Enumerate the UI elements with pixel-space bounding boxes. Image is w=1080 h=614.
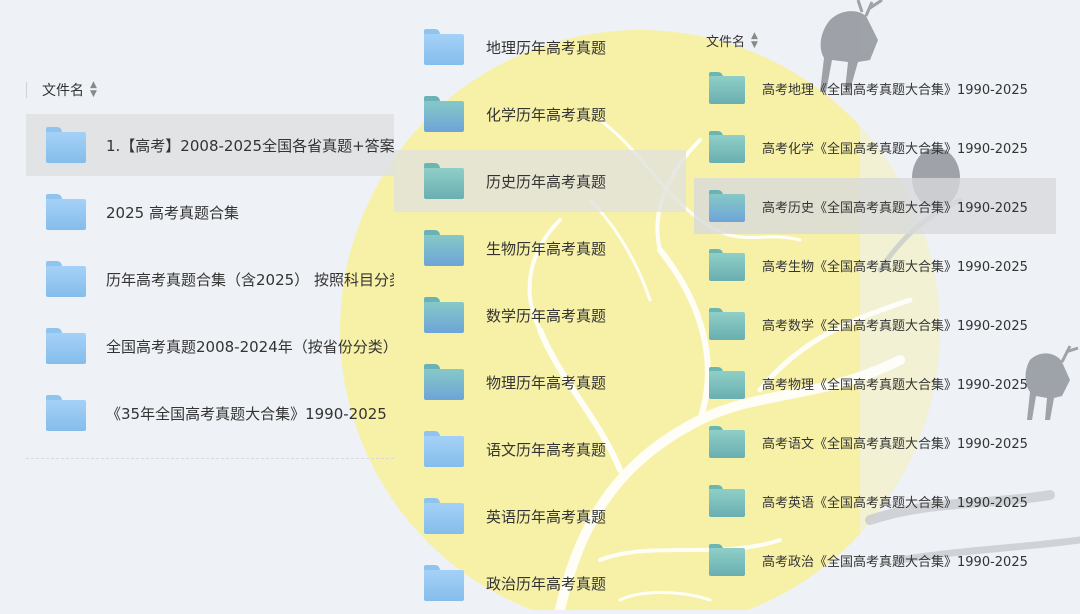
folder-name: 高考生物《全国高考真题大合集》1990-2025 (762, 259, 1028, 275)
folder-name: 政治历年高考真题 (486, 574, 607, 593)
left-file-list: 文件名 ▲ ▼ 1.【高考】2008-2025全国各省真题+答案 2025 高考真题… (26, 70, 394, 460)
folder-row[interactable]: 高考政治《全国高考真题大合集》1990-2025 (694, 532, 1056, 588)
column-resize-handle[interactable] (26, 82, 27, 98)
folder-icon (46, 194, 86, 230)
folder-icon (46, 328, 86, 364)
folder-row[interactable]: 高考数学《全国高考真题大合集》1990-2025 (694, 296, 1056, 352)
folder-icon (424, 431, 464, 467)
folder-icon (424, 29, 464, 65)
folder-icon (424, 163, 464, 199)
folder-icon (424, 565, 464, 601)
folder-name: 化学历年高考真题 (486, 105, 607, 124)
folder-icon (709, 249, 745, 281)
folder-row[interactable]: 高考语文《全国高考真题大合集》1990-2025 (694, 414, 1056, 470)
folder-icon (709, 367, 745, 399)
folder-row[interactable]: 全国高考真题2008-2024年（按省份分类） (26, 315, 394, 377)
folder-name: 英语历年高考真题 (486, 507, 607, 526)
sort-icon[interactable]: ▲ ▼ (751, 31, 758, 50)
folder-name: 生物历年高考真题 (486, 239, 607, 258)
folder-icon (709, 131, 745, 163)
folder-name: 高考政治《全国高考真题大合集》1990-2025 (762, 554, 1028, 570)
folder-name: 全国高考真题2008-2024年（按省份分类） (106, 337, 394, 356)
folder-row[interactable]: 高考英语《全国高考真题大合集》1990-2025 (694, 473, 1056, 529)
folder-icon (46, 261, 86, 297)
folder-icon (709, 426, 745, 458)
middle-file-list: 地理历年高考真题 化学历年高考真题 历史历年高考真题 生物历年高考真题 数学历年高考真题… (394, 10, 686, 610)
folder-name: 《35年全国高考真题大合集》1990-2025 (106, 404, 387, 423)
folder-row[interactable]: 历史历年高考真题 (394, 150, 686, 212)
folder-row[interactable]: 地理历年高考真题 (394, 16, 686, 78)
folder-name: 高考物理《全国高考真题大合集》1990-2025 (762, 377, 1028, 393)
folder-name: 数学历年高考真题 (486, 306, 607, 325)
folder-row[interactable]: 化学历年高考真题 (394, 83, 686, 145)
folder-name: 高考语文《全国高考真题大合集》1990-2025 (762, 436, 1028, 452)
folder-name: 高考历史《全国高考真题大合集》1990-2025 (762, 200, 1028, 216)
right-file-list: 文件名 ▲ ▼ 高考地理《全国高考真题大合集》1990-2025 高考化学《全国高考… (694, 25, 1056, 600)
folder-name: 语文历年高考真题 (486, 440, 607, 459)
folder-icon (424, 96, 464, 132)
folder-name: 高考英语《全国高考真题大合集》1990-2025 (762, 495, 1028, 511)
folder-name: 2025 高考真题合集 (106, 203, 239, 222)
folder-icon (424, 364, 464, 400)
folder-row[interactable]: 历年高考真题合集（含2025） 按照科目分类 (26, 248, 394, 310)
folder-name: 高考化学《全国高考真题大合集》1990-2025 (762, 141, 1028, 157)
folder-icon (709, 72, 745, 104)
folder-row[interactable]: 英语历年高考真题 (394, 485, 686, 547)
folder-icon (424, 230, 464, 266)
folder-name: 地理历年高考真题 (486, 38, 607, 57)
list-divider (26, 458, 394, 459)
folder-row[interactable]: 1.【高考】2008-2025全国各省真题+答案 (26, 114, 394, 176)
folder-row[interactable]: 高考化学《全国高考真题大合集》1990-2025 (694, 119, 1056, 175)
folder-row[interactable]: 高考历史《全国高考真题大合集》1990-2025 (694, 178, 1056, 234)
folder-row[interactable]: 高考物理《全国高考真题大合集》1990-2025 (694, 355, 1056, 411)
folder-name: 历史历年高考真题 (486, 172, 607, 191)
folder-icon (709, 544, 745, 576)
folder-icon (709, 190, 745, 222)
folder-name: 高考地理《全国高考真题大合集》1990-2025 (762, 82, 1028, 98)
sort-icon[interactable]: ▲ ▼ (90, 81, 97, 99)
column-header-label: 文件名 (706, 35, 746, 50)
folder-icon (709, 308, 745, 340)
folder-name: 物理历年高考真题 (486, 373, 607, 392)
column-header-filename[interactable]: 文件名 ▲ ▼ (706, 31, 758, 50)
folder-row[interactable]: 数学历年高考真题 (394, 284, 686, 346)
folder-row[interactable]: 《35年全国高考真题大合集》1990-2025 (26, 382, 394, 444)
folder-icon (46, 127, 86, 163)
folder-name: 历年高考真题合集（含2025） 按照科目分类 (106, 270, 394, 289)
folder-name: 1.【高考】2008-2025全国各省真题+答案 (106, 136, 394, 155)
folder-row[interactable]: 物理历年高考真题 (394, 351, 686, 413)
folder-row[interactable]: 语文历年高考真题 (394, 418, 686, 480)
folder-icon (709, 485, 745, 517)
folder-row[interactable]: 2025 高考真题合集 (26, 181, 394, 243)
folder-icon (424, 498, 464, 534)
folder-icon (46, 395, 86, 431)
column-header-label: 文件名 (42, 83, 84, 99)
folder-row[interactable]: 政治历年高考真题 (394, 552, 686, 614)
column-header-filename[interactable]: 文件名 ▲ ▼ (42, 80, 97, 100)
folder-icon (424, 297, 464, 333)
folder-row[interactable]: 高考地理《全国高考真题大合集》1990-2025 (694, 60, 1056, 116)
folder-row[interactable]: 生物历年高考真题 (394, 217, 686, 279)
folder-row[interactable]: 高考生物《全国高考真题大合集》1990-2025 (694, 237, 1056, 293)
folder-name: 高考数学《全国高考真题大合集》1990-2025 (762, 318, 1028, 334)
